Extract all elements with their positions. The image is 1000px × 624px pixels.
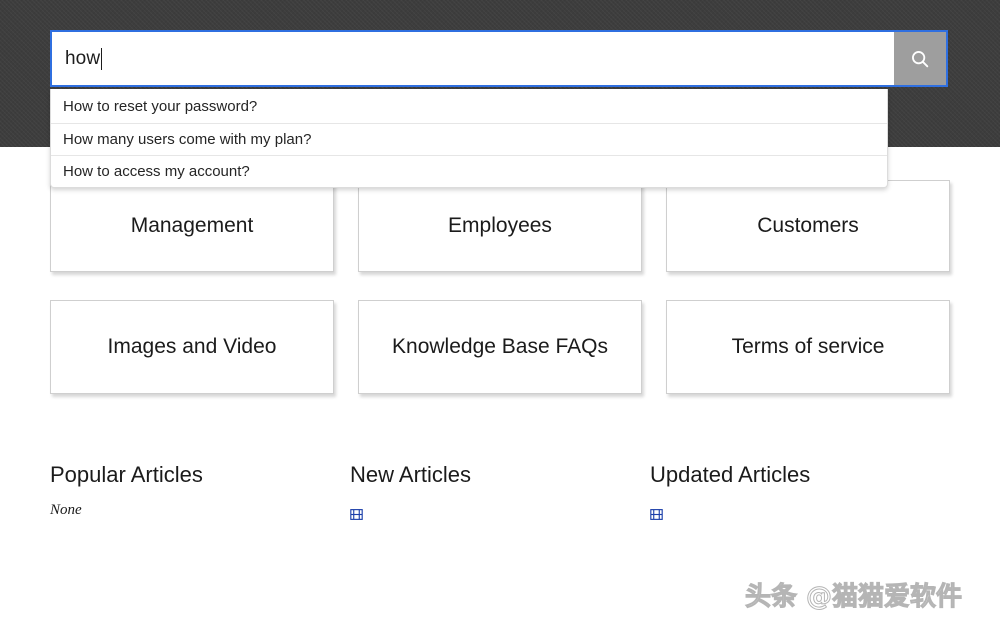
category-card-images-and-video[interactable]: Images and Video — [50, 300, 334, 394]
popular-articles-column: Popular Articles None — [50, 462, 350, 530]
film-icon — [350, 504, 363, 530]
article-columns: Popular Articles None New Articles Updat… — [50, 462, 955, 530]
updated-articles-column: Updated Articles — [650, 462, 950, 530]
search-input-value: how — [65, 48, 101, 69]
article-link-with-film-icon[interactable] — [350, 502, 650, 530]
category-card-customers[interactable]: Customers — [666, 180, 950, 272]
search-suggestions-dropdown[interactable]: How to reset your password? How many use… — [50, 89, 888, 188]
category-card-terms-of-service[interactable]: Terms of service — [666, 300, 950, 394]
new-articles-column: New Articles — [350, 462, 650, 530]
search-button[interactable] — [894, 32, 946, 85]
search-bar[interactable]: how — [50, 30, 948, 87]
category-card-label: Customers — [757, 214, 859, 237]
category-card-management[interactable]: Management — [50, 180, 334, 272]
search-icon — [909, 48, 931, 70]
card-row-2: Images and Video Knowledge Base FAQs Ter… — [50, 300, 950, 394]
article-link-with-film-icon[interactable] — [650, 502, 950, 530]
popular-articles-heading: Popular Articles — [50, 462, 203, 487]
film-icon — [650, 504, 663, 530]
new-articles-heading: New Articles — [350, 462, 472, 487]
category-card-label: Employees — [448, 214, 552, 237]
updated-articles-heading: Updated Articles — [650, 462, 811, 487]
page-root: how How to reset your password? How many… — [0, 0, 1000, 624]
suggestion-item[interactable]: How to access my account? — [51, 155, 887, 187]
category-card-label: Knowledge Base FAQs — [392, 335, 608, 358]
suggestion-item[interactable]: How to reset your password? — [51, 89, 887, 123]
category-card-grid: Management Employees Customers Images an… — [50, 180, 950, 394]
category-card-knowledge-base-faqs[interactable]: Knowledge Base FAQs — [358, 300, 642, 394]
card-row-1: Management Employees Customers — [50, 180, 950, 272]
watermark-overlay: 头条 @猫猫爱软件 — [744, 582, 963, 613]
suggestion-item[interactable]: How many users come with my plan? — [51, 123, 887, 155]
search-input[interactable]: how — [52, 32, 894, 85]
text-caret — [101, 47, 103, 70]
popular-articles-empty: None — [50, 502, 82, 518]
category-card-label: Images and Video — [107, 335, 277, 358]
category-card-label: Terms of service — [731, 335, 885, 358]
category-card-label: Management — [130, 214, 254, 237]
category-card-employees[interactable]: Employees — [358, 180, 642, 272]
